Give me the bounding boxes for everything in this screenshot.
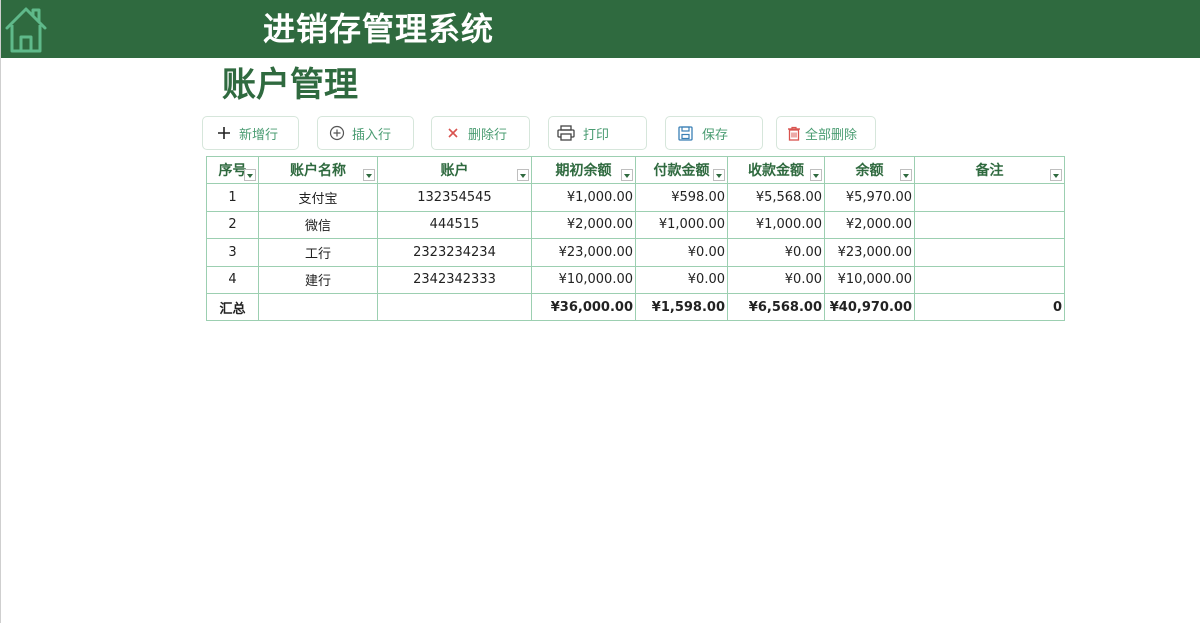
- table-row: 1 支付宝 132354545 ¥1,000.00 ¥598.00 ¥5,568…: [206, 183, 1065, 212]
- cell-receipt-amount[interactable]: ¥0.00: [727, 238, 825, 267]
- insert-icon: [328, 124, 346, 142]
- delete-row-label: 删除行: [468, 127, 508, 143]
- column-header-account-name: 账户名称: [258, 155, 378, 185]
- total-receipt-amount: ¥6,568.00: [727, 292, 825, 322]
- cell-payment-amount[interactable]: ¥0.00: [635, 265, 728, 294]
- delete-all-button[interactable]: 全部删除: [776, 116, 876, 150]
- close-icon: [444, 124, 462, 142]
- column-header-opening-balance: 期初余额: [531, 155, 636, 185]
- page-title: 账户管理: [222, 65, 358, 105]
- cell-account[interactable]: 444515: [377, 210, 532, 240]
- cell-index[interactable]: 2: [206, 210, 259, 240]
- total-balance: ¥40,970.00: [824, 292, 915, 322]
- filter-dropdown-icon[interactable]: [1050, 169, 1062, 182]
- cell-receipt-amount[interactable]: ¥1,000.00: [727, 210, 825, 240]
- cell-remarks[interactable]: [914, 183, 1065, 212]
- filter-dropdown-icon[interactable]: [713, 169, 725, 182]
- insert-row-button[interactable]: 插入行: [317, 116, 414, 150]
- cell-receipt-amount[interactable]: ¥5,568.00: [727, 183, 825, 212]
- cell-payment-amount[interactable]: ¥0.00: [635, 238, 728, 267]
- table-row: 3 工行 2323234234 ¥23,000.00 ¥0.00 ¥0.00 ¥…: [206, 238, 1065, 267]
- column-header-payment-amount: 付款金额: [635, 155, 728, 185]
- column-header-index: 序号: [206, 155, 259, 185]
- cell-index[interactable]: 3: [206, 238, 259, 267]
- cell-receipt-amount[interactable]: ¥0.00: [727, 265, 825, 294]
- print-button[interactable]: 打印: [548, 116, 647, 150]
- cell-account[interactable]: 132354545: [377, 183, 532, 212]
- total-payment-amount: ¥1,598.00: [635, 292, 728, 322]
- app-title: 进销存管理系统: [263, 10, 495, 48]
- cell-payment-amount[interactable]: ¥598.00: [635, 183, 728, 212]
- cell-balance[interactable]: ¥2,000.00: [824, 210, 915, 240]
- filter-dropdown-icon[interactable]: [621, 169, 633, 182]
- total-opening-balance: ¥36,000.00: [531, 292, 636, 322]
- cell-account-name[interactable]: 支付宝: [258, 183, 378, 212]
- save-label: 保存: [702, 127, 729, 143]
- table-header-row: 序号 账户名称 账户 期初余额 付款金额 收款金额 余额 备注: [206, 155, 1065, 185]
- cell-balance[interactable]: ¥10,000.00: [824, 265, 915, 294]
- total-cell-account: [377, 292, 532, 322]
- cell-account[interactable]: 2342342333: [377, 265, 532, 294]
- cell-account-name[interactable]: 建行: [258, 265, 378, 294]
- column-header-remarks: 备注: [914, 155, 1065, 185]
- cell-account-name[interactable]: 微信: [258, 210, 378, 240]
- accounts-table: 序号 账户名称 账户 期初余额 付款金额 收款金额 余额 备注 1 支付宝 13…: [206, 155, 1065, 322]
- plus-icon: [215, 124, 233, 142]
- cell-remarks[interactable]: [914, 265, 1065, 294]
- cell-remarks[interactable]: [914, 238, 1065, 267]
- filter-dropdown-icon[interactable]: [517, 169, 529, 182]
- print-label: 打印: [583, 127, 610, 143]
- cell-payment-amount[interactable]: ¥1,000.00: [635, 210, 728, 240]
- cell-balance[interactable]: ¥23,000.00: [824, 238, 915, 267]
- cell-account[interactable]: 2323234234: [377, 238, 532, 267]
- add-row-label: 新增行: [239, 127, 279, 143]
- cell-opening-balance[interactable]: ¥1,000.00: [531, 183, 636, 212]
- total-remarks: 0: [914, 292, 1065, 322]
- filter-dropdown-icon[interactable]: [244, 169, 256, 182]
- cell-balance[interactable]: ¥5,970.00: [824, 183, 915, 212]
- delete-row-button[interactable]: 删除行: [431, 116, 530, 150]
- printer-icon: [557, 124, 575, 142]
- home-icon[interactable]: [4, 4, 48, 54]
- column-header-receipt-amount: 收款金额: [727, 155, 825, 185]
- cell-remarks[interactable]: [914, 210, 1065, 240]
- total-label: 汇总: [206, 292, 259, 322]
- total-row: 汇总 ¥36,000.00 ¥1,598.00 ¥6,568.00 ¥40,97…: [206, 292, 1065, 322]
- save-icon: [676, 124, 694, 142]
- cell-index[interactable]: 1: [206, 183, 259, 212]
- trash-icon: [785, 124, 803, 142]
- insert-row-label: 插入行: [352, 127, 392, 143]
- save-button[interactable]: 保存: [665, 116, 763, 150]
- column-header-account: 账户: [377, 155, 532, 185]
- add-row-button[interactable]: 新增行: [202, 116, 299, 150]
- cell-opening-balance[interactable]: ¥23,000.00: [531, 238, 636, 267]
- column-header-balance: 余额: [824, 155, 915, 185]
- cell-index[interactable]: 4: [206, 265, 259, 294]
- delete-all-label: 全部删除: [805, 127, 858, 143]
- total-cell-account-name: [258, 292, 378, 322]
- table-row: 4 建行 2342342333 ¥10,000.00 ¥0.00 ¥0.00 ¥…: [206, 265, 1065, 294]
- filter-dropdown-icon[interactable]: [900, 169, 912, 182]
- filter-dropdown-icon[interactable]: [810, 169, 822, 182]
- table-row: 2 微信 444515 ¥2,000.00 ¥1,000.00 ¥1,000.0…: [206, 210, 1065, 240]
- filter-dropdown-icon[interactable]: [363, 169, 375, 182]
- app-header: 进销存管理系统: [1, 0, 1200, 58]
- cell-opening-balance[interactable]: ¥10,000.00: [531, 265, 636, 294]
- cell-opening-balance[interactable]: ¥2,000.00: [531, 210, 636, 240]
- cell-account-name[interactable]: 工行: [258, 238, 378, 267]
